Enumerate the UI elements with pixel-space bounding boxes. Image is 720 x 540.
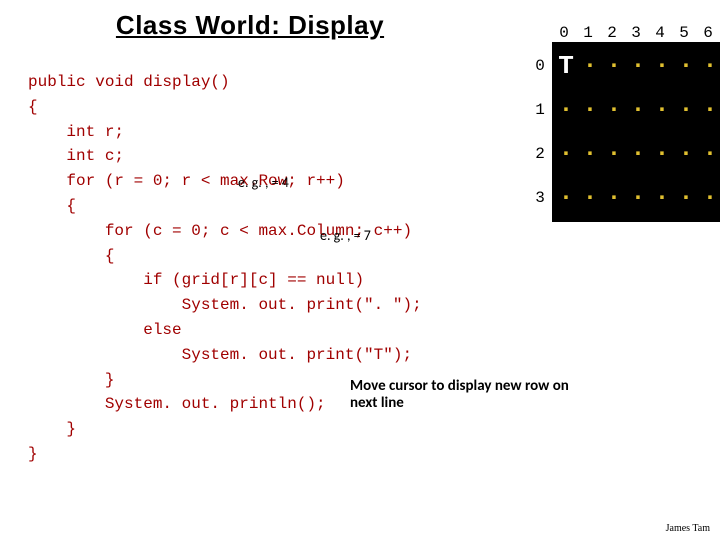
- slide-title: Class World: Display: [0, 10, 500, 41]
- cell-dot: .: [650, 172, 674, 216]
- cell-dot: .: [698, 84, 720, 128]
- cell-dot: .: [650, 84, 674, 128]
- col-header: 0: [552, 24, 576, 42]
- cell-dot: .: [602, 128, 626, 172]
- cell-dot: .: [626, 40, 650, 84]
- cell-t: T: [554, 44, 578, 88]
- author-credit: James Tam: [666, 523, 710, 534]
- grid-row-labels: 0123: [528, 42, 552, 222]
- row-header: 1: [528, 88, 552, 132]
- cell-dot: .: [626, 84, 650, 128]
- annotation-move-cursor: Move cursor to display new row on next l…: [350, 378, 570, 411]
- cell-dot: .: [650, 40, 674, 84]
- cell-dot: .: [674, 172, 698, 216]
- cell-dot: .: [578, 40, 602, 84]
- cell-dot: .: [674, 84, 698, 128]
- output-grid: 0123456 0123 T..........................…: [528, 24, 720, 222]
- cell-dot: .: [650, 128, 674, 172]
- annotation-eg-maxrow: e. g. , = 4: [238, 175, 289, 190]
- cell-dot: .: [626, 128, 650, 172]
- cell-dot: .: [578, 84, 602, 128]
- cell-dot: .: [578, 128, 602, 172]
- cell-dot: .: [602, 84, 626, 128]
- cell-dot: .: [602, 40, 626, 84]
- cell-dot: .: [554, 128, 578, 172]
- annotation-eg-maxcolumn: e. g. , = 7: [320, 228, 371, 243]
- cell-dot: .: [674, 128, 698, 172]
- cell-dot: .: [674, 40, 698, 84]
- row-header: 3: [528, 176, 552, 220]
- cell-dot: .: [554, 172, 578, 216]
- cell-dot: .: [698, 172, 720, 216]
- cell-dot: .: [578, 172, 602, 216]
- cell-dot: .: [698, 128, 720, 172]
- row-header: 2: [528, 132, 552, 176]
- row-header: 0: [528, 44, 552, 88]
- grid-cells: T...........................: [552, 42, 720, 222]
- cell-dot: .: [554, 84, 578, 128]
- cell-dot: .: [698, 40, 720, 84]
- cell-dot: .: [626, 172, 650, 216]
- cell-dot: .: [602, 172, 626, 216]
